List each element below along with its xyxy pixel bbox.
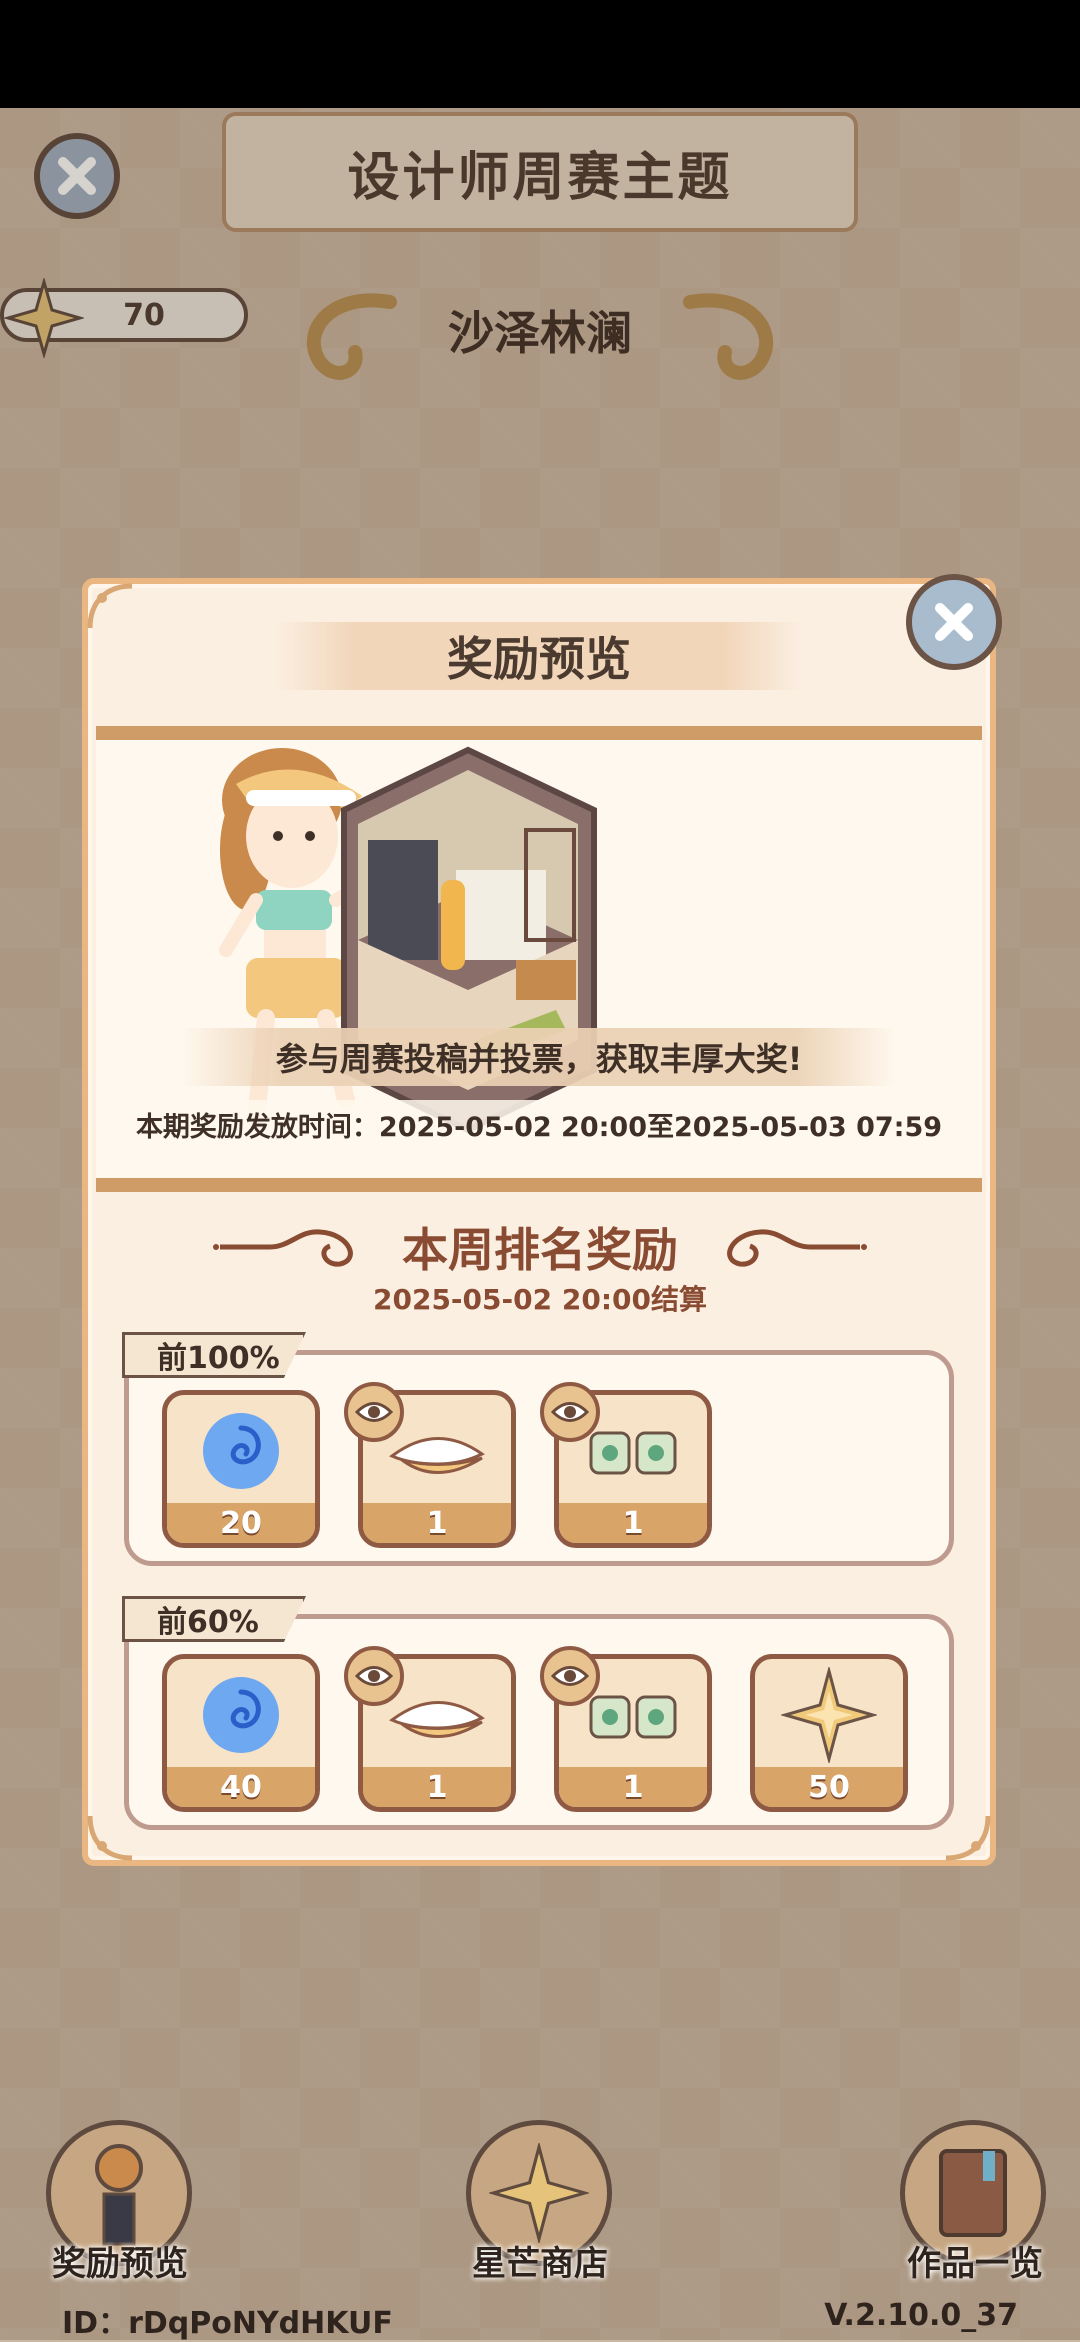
eye-icon xyxy=(355,1402,393,1422)
blue-swirl-icon xyxy=(203,1677,279,1753)
reward-item[interactable]: 20 xyxy=(162,1390,320,1548)
banner-time-bar: 本期奖励发放时间：2025-05-02 20:00至2025-05-03 07:… xyxy=(116,1100,962,1148)
rank-settle-date: 2025-05-02 20:00结算 xyxy=(373,1283,707,1316)
preview-eye-button[interactable] xyxy=(344,1382,404,1442)
banner-message-bar: 参与周赛投稿并投票，获取丰厚大奖! xyxy=(182,1028,896,1086)
reward-qty: 40 xyxy=(220,1769,262,1805)
eye-icon xyxy=(551,1402,589,1422)
corner-ornament-icon xyxy=(87,1815,133,1861)
tier-label-text: 前60% xyxy=(157,1605,259,1640)
preview-eye-button[interactable] xyxy=(540,1646,600,1706)
reward-qty: 1 xyxy=(426,1769,448,1805)
trophy-icon xyxy=(95,2144,143,2246)
eye-icon xyxy=(551,1666,589,1686)
modal-close-button[interactable] xyxy=(906,574,1002,670)
eye-icon xyxy=(355,1666,393,1686)
star-icon xyxy=(781,1667,877,1763)
preview-eye-button[interactable] xyxy=(540,1382,600,1442)
works-list-nav-label[interactable]: 作品一览 xyxy=(880,2236,1070,2285)
blue-swirl-icon xyxy=(203,1413,279,1489)
star-icon xyxy=(489,2143,589,2243)
modal-title: 奖励预览 xyxy=(447,632,631,686)
reward-qty: 20 xyxy=(220,1505,262,1541)
close-icon xyxy=(935,603,973,641)
reward-qty: 1 xyxy=(622,1769,644,1805)
reward-item[interactable]: 50 xyxy=(750,1654,908,1812)
preview-eye-button[interactable] xyxy=(344,1646,404,1706)
reward-preview-nav-label[interactable]: 奖励预览 xyxy=(30,2236,210,2285)
tier-label-text: 前100% xyxy=(157,1341,280,1376)
user-id: ID：rDqPoNYdHKUF xyxy=(62,2306,393,2341)
reward-item[interactable]: 40 xyxy=(162,1654,320,1812)
rank-reward-title: 本周排名奖励 xyxy=(200,1212,880,1282)
modal-title-bar: 奖励预览 xyxy=(275,622,803,690)
reward-qty: 1 xyxy=(622,1505,644,1541)
rank-title-text: 本周排名奖励 xyxy=(402,1223,678,1277)
reward-qty: 50 xyxy=(808,1769,850,1805)
corner-ornament-icon xyxy=(87,583,133,629)
reward-qty: 1 xyxy=(426,1505,448,1541)
corner-ornament-icon xyxy=(945,1815,991,1861)
banner-time: 本期奖励发放时间：2025-05-02 20:00至2025-05-03 07:… xyxy=(135,1111,943,1143)
tier-label: 前60% xyxy=(122,1596,306,1642)
reward-banner: 参与周赛投稿并投票，获取丰厚大奖! 本期奖励发放时间：2025-05-02 20… xyxy=(96,726,982,1192)
socks-icon xyxy=(589,1431,677,1475)
app-version: V.2.10.0_37 xyxy=(824,2298,1018,2333)
status-bar-area xyxy=(0,0,1080,108)
socks-icon xyxy=(589,1695,677,1739)
star-shop-nav-label[interactable]: 星芒商店 xyxy=(450,2236,630,2285)
banner-message: 参与周赛投稿并投票，获取丰厚大奖! xyxy=(275,1040,803,1078)
tier-label: 前100% xyxy=(122,1332,306,1378)
book-icon xyxy=(939,2149,1007,2237)
